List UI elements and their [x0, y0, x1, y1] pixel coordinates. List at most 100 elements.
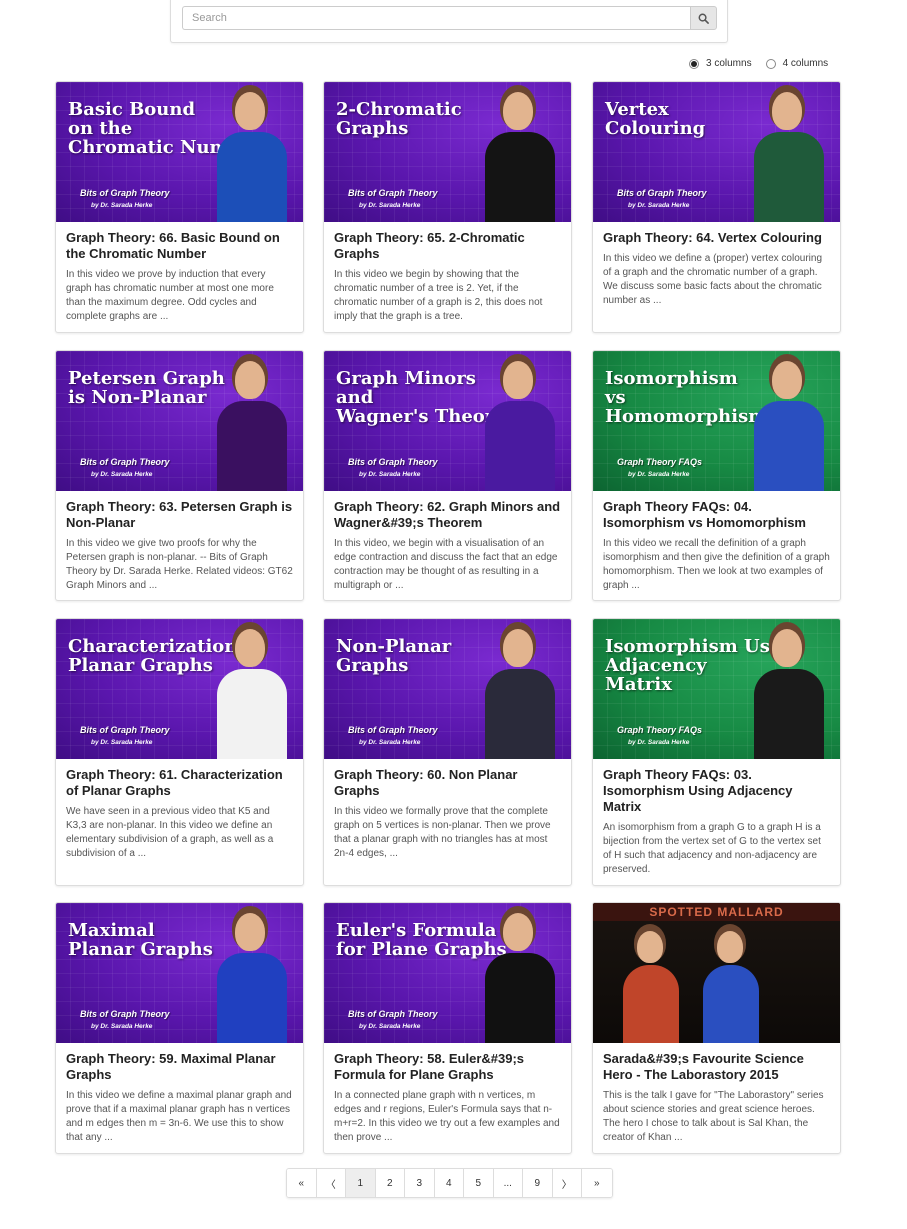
thumbnail-series: Bits of Graph Theory	[80, 457, 170, 467]
presenter-body	[485, 669, 555, 759]
radio-3-columns[interactable]: 3 columns	[689, 58, 752, 69]
page-1-button[interactable]: 1	[346, 1169, 376, 1197]
radio-selected-icon	[689, 58, 699, 69]
video-thumbnail[interactable]: Maximal Planar Graphs Bits of Graph Theor…	[56, 903, 303, 1043]
video-title[interactable]: Graph Theory: 62. Graph Minors and Wagne…	[334, 499, 561, 531]
page-3-button[interactable]: 3	[405, 1169, 435, 1197]
video-card[interactable]: Petersen Graph is Non-Planar Bits of Grap…	[55, 350, 304, 601]
video-info: Graph Theory: 64. Vertex Colouring In thi…	[593, 222, 840, 318]
video-title[interactable]: Graph Theory: 63. Petersen Graph is Non-…	[66, 499, 293, 531]
video-description: In a connected plane graph with n vertic…	[334, 1090, 560, 1143]
presenter-head	[235, 913, 265, 951]
video-thumbnail[interactable]: Isomorphism vs Homomorphism Graph Theory …	[593, 351, 840, 491]
presenter-head	[772, 92, 802, 130]
video-info: Sarada&#39;s Favourite Science Hero - Th…	[593, 1043, 840, 1153]
first-page-button[interactable]: «	[287, 1169, 317, 1197]
video-card[interactable]: Non-Planar Graphs Bits of Graph Theory by …	[323, 618, 572, 886]
video-title[interactable]: Graph Theory: 61. Characterization of Pl…	[66, 767, 293, 799]
video-thumbnail[interactable]: Euler's Formula for Plane Graphs Bits of …	[324, 903, 571, 1043]
video-thumbnail[interactable]: Isomorphism Using Adjacency MatrixGraph …	[593, 619, 840, 759]
presenter-body	[754, 669, 824, 759]
video-info: Graph Theory: 66. Basic Bound on the Chr…	[56, 222, 303, 332]
presenter-figure	[754, 361, 824, 491]
presenter-body	[217, 953, 287, 1043]
thumbnail-byline: by Dr. Sarada Herke	[359, 202, 421, 209]
thumbnail-title: Non-Planar Graphs	[336, 636, 452, 676]
thumbnail-byline: by Dr. Sarada Herke	[359, 739, 421, 746]
radio-4-columns[interactable]: 4 columns	[765, 58, 829, 69]
video-thumbnail[interactable]: SPOTTED MALLARD	[593, 903, 840, 1043]
video-card[interactable]: Graph Minors and Wagner's Theorem Bits of…	[323, 350, 572, 601]
video-title[interactable]: Graph Theory: 60. Non Planar Graphs	[334, 767, 561, 799]
speaker-figure	[623, 931, 679, 1043]
thumbnail-byline: by Dr. Sarada Herke	[628, 739, 690, 746]
page-5-button[interactable]: 5	[464, 1169, 494, 1197]
search-button[interactable]	[690, 6, 717, 30]
video-description: In this video we give two proofs for why…	[66, 538, 293, 591]
video-card[interactable]: Maximal Planar Graphs Bits of Graph Theor…	[55, 902, 304, 1154]
presenter-figure	[217, 629, 287, 759]
video-title[interactable]: Graph Theory: 65. 2-Chromatic Graphs	[334, 230, 561, 262]
video-info: Graph Theory: 61. Characterization of Pl…	[56, 759, 303, 871]
video-card[interactable]: Euler's Formula for Plane Graphs Bits of …	[323, 902, 572, 1154]
last-page-button[interactable]: »	[582, 1169, 612, 1197]
video-info: Graph Theory: 65. 2-Chromatic Graphs In t…	[324, 222, 571, 332]
prev-page-button[interactable]: 〈	[316, 1169, 346, 1197]
presenter-body	[217, 401, 287, 491]
video-thumbnail[interactable]: Basic Bound on the Chromatic NumberBits …	[56, 82, 303, 222]
radio-unselected-icon	[765, 58, 776, 69]
video-thumbnail[interactable]: Characterization of Planar GraphsBits of…	[56, 619, 303, 759]
thumbnail-series: Bits of Graph Theory	[348, 1009, 438, 1019]
presenter-figure	[754, 629, 824, 759]
video-description: We have seen in a previous video that K5…	[66, 806, 274, 859]
presenter-body	[217, 669, 287, 759]
thumbnail-title: Maximal Planar Graphs	[68, 920, 213, 960]
video-thumbnail[interactable]: Petersen Graph is Non-Planar Bits of Grap…	[56, 351, 303, 491]
video-info: Graph Theory FAQs: 03. Isomorphism Using…	[593, 759, 840, 885]
thumbnail-byline: by Dr. Sarada Herke	[91, 739, 153, 746]
video-card[interactable]: Isomorphism Using Adjacency MatrixGraph …	[592, 618, 841, 886]
speaker-body	[623, 965, 679, 1043]
video-title[interactable]: Graph Theory FAQs: 03. Isomorphism Using…	[603, 767, 830, 815]
video-thumbnail[interactable]: Non-Planar Graphs Bits of Graph Theory by …	[324, 619, 571, 759]
thumbnail-series: Bits of Graph Theory	[348, 725, 438, 735]
video-description: In this video, we begin with a visualisa…	[334, 538, 558, 591]
video-title[interactable]: Sarada&#39;s Favourite Science Hero - Th…	[603, 1051, 830, 1083]
page-9-button[interactable]: 9	[523, 1169, 553, 1197]
video-card[interactable]: SPOTTED MALLARD Sarada&#39;s Favourite Sc…	[592, 902, 841, 1154]
thumbnail-series: Bits of Graph Theory	[80, 725, 170, 735]
presenter-head	[503, 629, 533, 667]
presenter-figure	[754, 92, 824, 222]
video-thumbnail[interactable]: Graph Minors and Wagner's Theorem Bits of…	[324, 351, 571, 491]
video-card[interactable]: Basic Bound on the Chromatic NumberBits …	[55, 81, 304, 333]
search-icon	[698, 13, 709, 24]
presenter-head	[503, 913, 533, 951]
page-4-button[interactable]: 4	[434, 1169, 464, 1197]
presenter-body	[754, 401, 824, 491]
video-card[interactable]: Characterization of Planar GraphsBits of…	[55, 618, 304, 886]
radio-4-columns-label: 4 columns	[782, 58, 829, 69]
thumbnail-title: 2-Chromatic Graphs	[336, 99, 462, 139]
video-thumbnail[interactable]: 2-Chromatic Graphs Bits of Graph Theory by…	[324, 82, 571, 222]
presenter-head	[772, 361, 802, 399]
page-2-button[interactable]: 2	[375, 1169, 405, 1197]
video-card[interactable]: Vertex Colouring Bits of Graph Theory by D…	[592, 81, 841, 333]
next-page-button[interactable]: 〉	[552, 1169, 582, 1197]
thumbnail-series: Bits of Graph Theory	[80, 188, 170, 198]
video-title[interactable]: Graph Theory: 59. Maximal Planar Graphs	[66, 1051, 293, 1083]
search-input[interactable]: Search	[182, 6, 690, 30]
presenter-head	[235, 92, 265, 130]
thumbnail-series: Bits of Graph Theory	[348, 188, 438, 198]
presenter-head	[235, 361, 265, 399]
thumbnail-series: Graph Theory FAQs	[617, 457, 703, 467]
video-description: In this video we define a (proper) verte…	[603, 253, 823, 306]
video-card[interactable]: 2-Chromatic Graphs Bits of Graph Theory by…	[323, 81, 572, 333]
presenter-figure	[485, 629, 555, 759]
presenter-body	[485, 132, 555, 222]
video-title[interactable]: Graph Theory: 64. Vertex Colouring	[603, 230, 830, 246]
video-title[interactable]: Graph Theory: 58. Euler&#39;s Formula fo…	[334, 1051, 561, 1083]
video-card[interactable]: Isomorphism vs Homomorphism Graph Theory …	[592, 350, 841, 601]
video-title[interactable]: Graph Theory: 66. Basic Bound on the Chr…	[66, 230, 293, 262]
video-thumbnail[interactable]: Vertex Colouring Bits of Graph Theory by D…	[593, 82, 840, 222]
video-title[interactable]: Graph Theory FAQs: 04. Isomorphism vs Ho…	[603, 499, 830, 531]
